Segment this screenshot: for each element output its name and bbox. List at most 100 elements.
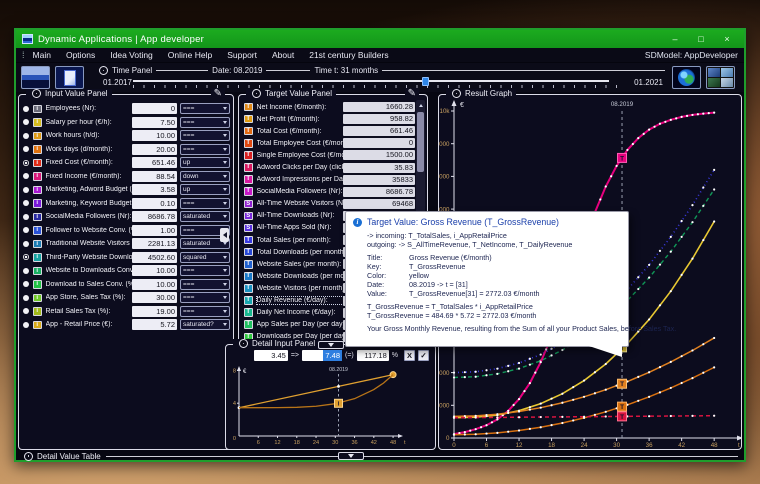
scroll-up-icon[interactable] xyxy=(416,101,425,110)
menu-item-main[interactable]: Main xyxy=(33,50,51,60)
edit-pencil-icon[interactable]: ✎ xyxy=(210,88,225,100)
row-radio[interactable] xyxy=(23,254,29,261)
menu-item-about[interactable]: About xyxy=(272,50,294,60)
target-label[interactable]: All-Time Apps Sold (Nr): xyxy=(257,224,344,231)
title-bar[interactable]: Dynamic Applications | App developer – □… xyxy=(16,30,744,48)
input-value-field[interactable]: 20.00 xyxy=(132,143,177,155)
input-value-field[interactable]: 1.00 xyxy=(132,224,177,236)
world-model-button[interactable] xyxy=(672,66,701,89)
row-radio[interactable] xyxy=(23,105,29,112)
confirm-button[interactable]: ✓ xyxy=(418,350,429,361)
row-radio[interactable] xyxy=(23,159,29,166)
target-label[interactable]: Website Sales (per month): xyxy=(257,261,344,268)
target-label[interactable]: Daily Net Income (€/day): xyxy=(257,309,344,316)
row-radio[interactable] xyxy=(23,119,29,126)
gallery-button[interactable] xyxy=(706,66,735,89)
trend-dropdown[interactable]: up xyxy=(180,157,230,169)
row-radio[interactable] xyxy=(23,321,29,328)
input-value-field[interactable]: 10.00 xyxy=(132,278,177,290)
target-label[interactable]: Daily Revenue (€/day): xyxy=(255,296,344,306)
input-value-field[interactable]: 88.54 xyxy=(132,170,177,182)
row-radio[interactable] xyxy=(23,132,29,139)
detail-input-chart[interactable]: €4806 12 18 24 30 36 42 48 t08.2019i xyxy=(228,365,435,449)
target-label[interactable]: Net Profit (€/month): xyxy=(257,116,344,123)
trend-dropdown[interactable]: === xyxy=(180,116,230,128)
menu-item-support[interactable]: Support xyxy=(227,50,257,60)
edit-pencil-icon[interactable]: ✎ xyxy=(404,88,419,100)
trend-dropdown[interactable]: === xyxy=(180,143,230,155)
trend-dropdown[interactable]: saturated xyxy=(180,211,230,223)
target-label[interactable]: All-Time Downloads (Nr): xyxy=(257,212,344,219)
input-value-field[interactable]: 4502.60 xyxy=(132,251,177,263)
target-label[interactable]: Adword Clicks per Day (clicks/day): xyxy=(257,164,344,171)
input-value-field[interactable]: 651.46 xyxy=(132,157,177,169)
input-value-field[interactable]: 3.58 xyxy=(132,184,177,196)
menu-item-online-help[interactable]: Online Help xyxy=(168,50,212,60)
row-radio[interactable] xyxy=(23,213,29,220)
input-value-field[interactable]: 10.00 xyxy=(132,130,177,142)
target-label[interactable]: Single Employee Cost (€/month): xyxy=(257,152,344,159)
exit-door-button[interactable] xyxy=(55,66,84,89)
trend-dropdown[interactable]: === xyxy=(180,197,230,209)
panel-collapse-arrow[interactable] xyxy=(220,228,229,242)
detail-percent-field[interactable]: 117.18 xyxy=(356,350,389,361)
collapse-panel-button[interactable] xyxy=(317,341,344,349)
input-value-field[interactable]: 2281.13 xyxy=(132,238,177,250)
row-radio[interactable] xyxy=(23,200,29,207)
menu-item-21st-century-builders[interactable]: 21st century Builders xyxy=(309,50,388,60)
close-button[interactable]: × xyxy=(714,30,740,48)
minimize-button[interactable]: – xyxy=(662,30,688,48)
target-label[interactable]: Total Cost (€/month): xyxy=(257,128,344,135)
target-variable-icon: T xyxy=(244,139,253,148)
row-radio[interactable] xyxy=(23,146,29,153)
input-value-field[interactable]: 8686.78 xyxy=(132,211,177,223)
input-value-field[interactable]: 0.10 xyxy=(132,197,177,209)
target-label[interactable]: Website Downloads (per month): xyxy=(257,273,344,280)
row-radio[interactable] xyxy=(23,240,29,247)
cancel-button[interactable]: X xyxy=(404,350,415,361)
trend-dropdown[interactable]: up xyxy=(180,184,230,196)
input-value-field[interactable]: 10.00 xyxy=(132,265,177,277)
target-label[interactable]: Adword Impressions per Day (views/day): xyxy=(257,176,344,183)
target-label[interactable]: SocialMedia Followers (Nr): xyxy=(257,188,344,195)
trend-dropdown[interactable]: down xyxy=(180,170,230,182)
target-label[interactable]: Net Income (€/month): xyxy=(257,104,344,111)
row-radio[interactable] xyxy=(23,186,29,193)
input-value-field[interactable]: 19.00 xyxy=(132,305,177,317)
menu-item-idea-voting[interactable]: Idea Voting xyxy=(110,50,153,60)
target-label[interactable]: Total Employee Cost (€/month): xyxy=(257,140,344,147)
time-slider-track[interactable] xyxy=(133,80,609,82)
target-label[interactable]: Total Downloads (per month): xyxy=(257,249,344,256)
target-label[interactable]: Total Sales (per month): xyxy=(257,237,344,244)
trend-dropdown[interactable]: === xyxy=(180,305,230,317)
row-radio[interactable] xyxy=(23,281,29,288)
trend-dropdown[interactable]: === xyxy=(180,278,230,290)
row-radio[interactable] xyxy=(23,267,29,274)
scrollbar-thumb[interactable] xyxy=(417,112,424,172)
row-radio[interactable] xyxy=(23,173,29,180)
trend-dropdown[interactable]: === xyxy=(180,265,230,277)
trend-dropdown[interactable]: === xyxy=(180,292,230,304)
trend-dropdown[interactable]: squared xyxy=(180,251,230,263)
input-value-field[interactable]: 0 xyxy=(132,103,177,115)
variable-icon: i xyxy=(33,158,42,167)
menu-item-options[interactable]: Options xyxy=(66,50,95,60)
scenario-thumbnail-button[interactable] xyxy=(21,66,50,89)
time-slider-thumb[interactable] xyxy=(421,77,429,86)
input-value-field[interactable]: 5.72 xyxy=(132,319,177,331)
detail-to-field[interactable]: 7.48 xyxy=(302,350,343,361)
row-radio[interactable] xyxy=(23,308,29,315)
trend-dropdown[interactable]: saturated? xyxy=(180,319,230,331)
trend-dropdown[interactable]: === xyxy=(180,130,230,142)
detail-from-field[interactable]: 3.45 xyxy=(253,350,288,361)
target-label[interactable]: All-Time Website Visitors (Nr): xyxy=(257,200,344,207)
row-radio[interactable] xyxy=(23,294,29,301)
target-label[interactable]: Website Visitors (per month): xyxy=(257,285,344,292)
target-label[interactable]: App Sales per Day (per day): xyxy=(257,321,344,328)
input-value-field[interactable]: 30.00 xyxy=(132,292,177,304)
maximize-button[interactable]: □ xyxy=(688,30,714,48)
expand-table-button[interactable] xyxy=(338,452,364,460)
row-radio[interactable] xyxy=(23,227,29,234)
trend-dropdown[interactable]: === xyxy=(180,103,230,115)
input-value-field[interactable]: 7.50 xyxy=(132,116,177,128)
